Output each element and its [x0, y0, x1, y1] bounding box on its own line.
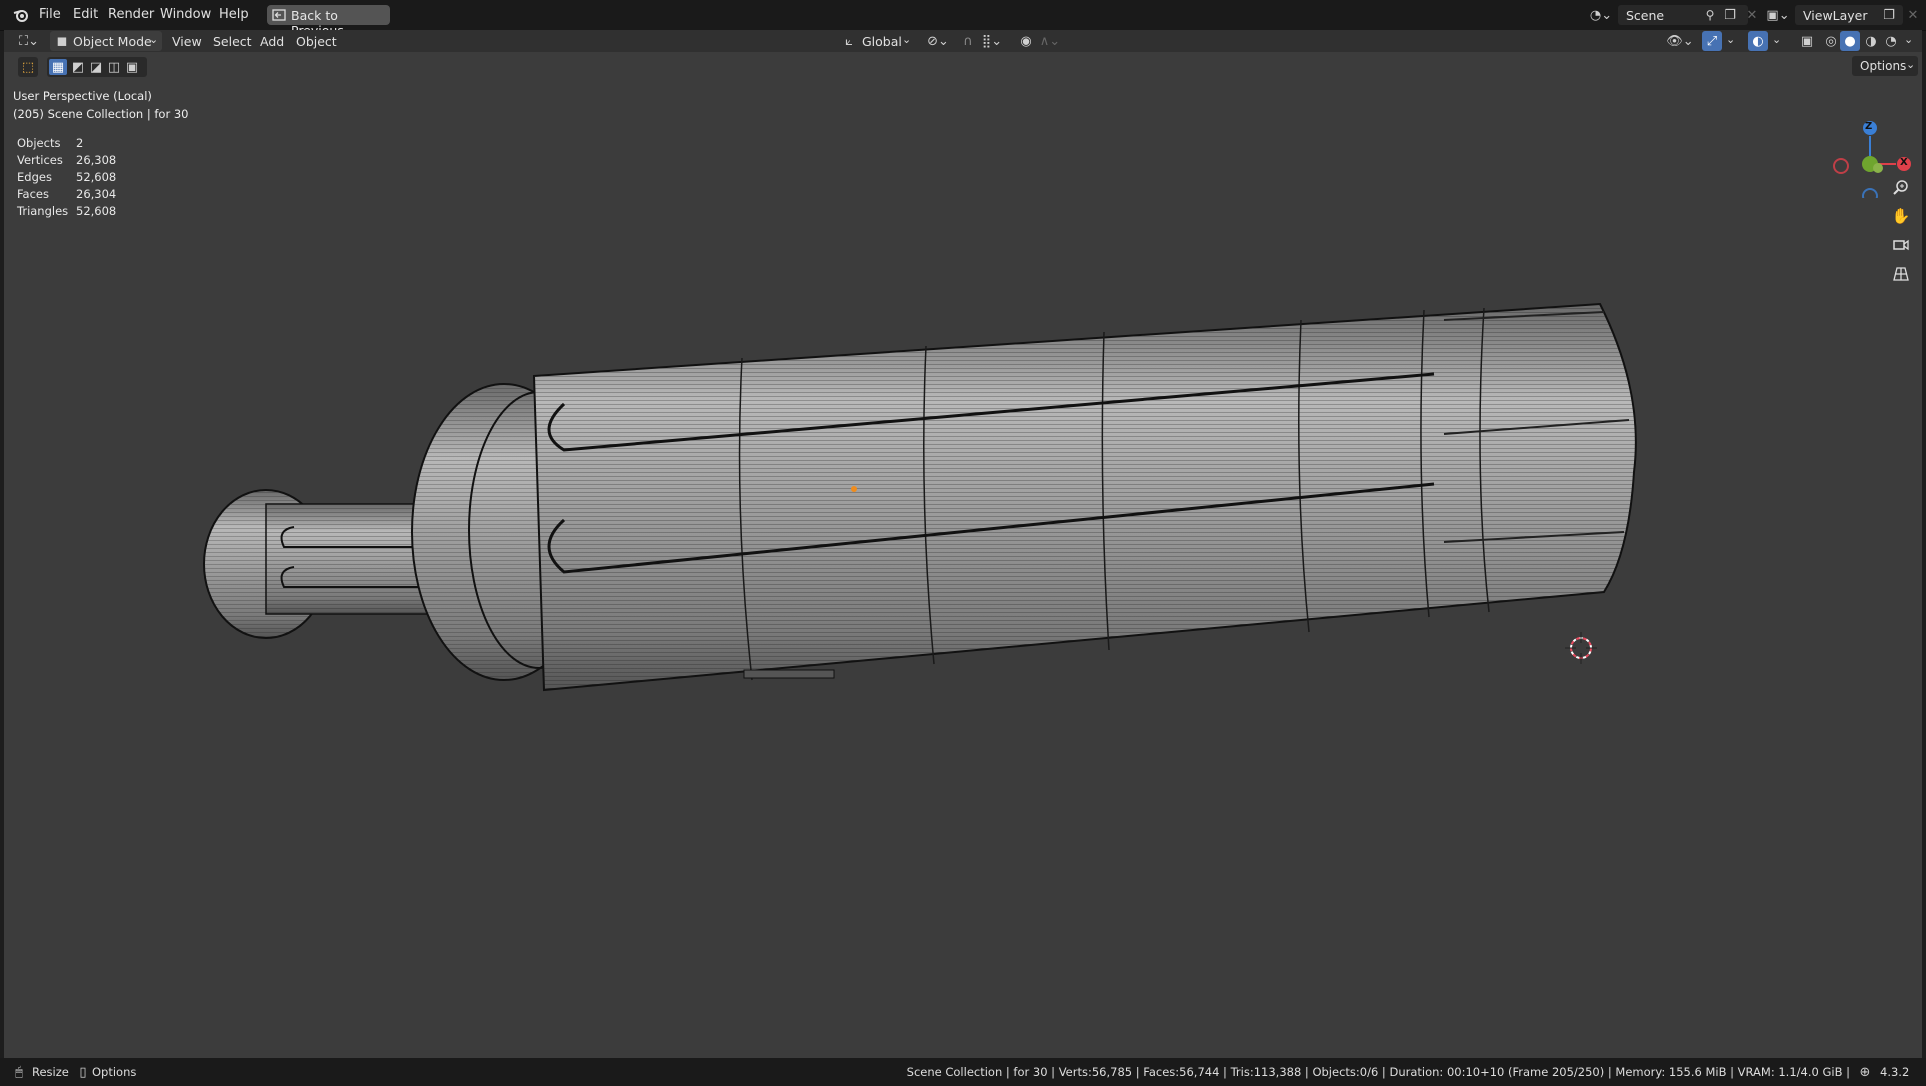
scene-field[interactable]: Scene ⚲ ❐	[1618, 5, 1748, 25]
shading-chevron-icon[interactable]: ⌄	[1904, 33, 1913, 46]
options-label: Options	[1860, 59, 1907, 73]
select-subtract-icon[interactable]: ◪	[87, 59, 105, 75]
menu-file[interactable]: File	[39, 7, 61, 22]
wireframe-model[interactable]	[4, 52, 1922, 1058]
3d-viewport[interactable]: User Perspective (Local) (205) Scene Col…	[4, 52, 1922, 1058]
select-intersect-icon[interactable]: ▣	[123, 59, 141, 75]
network-globe-icon[interactable]: ⊕	[1857, 1064, 1873, 1080]
stat-edges: Edges 52,608	[17, 170, 117, 184]
scene-type-icon[interactable]: ◔⌄	[1588, 6, 1614, 24]
menu-add[interactable]: Add	[260, 34, 284, 49]
menu-view[interactable]: View	[172, 34, 202, 49]
rear-cap	[203, 489, 437, 639]
menu-render[interactable]: Render	[108, 7, 154, 22]
orientation-axes-icon[interactable]: ⟀	[841, 33, 857, 49]
gizmo-x-label: X	[1900, 157, 1908, 168]
overlays-chevron-icon[interactable]: ⌄	[1772, 33, 1781, 46]
gizmo-chevron-icon[interactable]: ⌄	[1726, 33, 1735, 46]
view-layer-name: ViewLayer	[1803, 8, 1868, 23]
transform-orientation[interactable]: Global	[862, 34, 902, 49]
editor-type-icon[interactable]: ⛶⌄	[16, 33, 42, 49]
perspective-grid-icon[interactable]	[1889, 262, 1913, 286]
menu-edit[interactable]: Edit	[73, 7, 98, 22]
view-layer-field[interactable]: ViewLayer ❐	[1795, 5, 1903, 25]
main-tube	[532, 302, 1637, 692]
status-options: Options	[92, 1065, 137, 1079]
menu-select[interactable]: Select	[213, 34, 252, 49]
menu-help[interactable]: Help	[219, 7, 249, 22]
new-view-layer-icon[interactable]: ❐	[1881, 7, 1897, 23]
mouse-left-icon: 🖱	[15, 1064, 23, 1080]
stat-vertices: Vertices 26,308	[17, 153, 117, 167]
scene-name: Scene	[1626, 8, 1665, 23]
falloff-icon[interactable]: ∧⌄	[1038, 33, 1062, 49]
gizmo-toggle-icon[interactable]: ⤢	[1702, 31, 1722, 51]
mode-label: Object Mode	[73, 34, 152, 49]
viewport-perspective-label: User Perspective (Local)	[13, 89, 152, 103]
status-resize: Resize	[32, 1065, 69, 1079]
solid-shading-icon[interactable]: ●	[1840, 31, 1860, 51]
select-invert-icon[interactable]: ◫	[105, 59, 123, 75]
stat-triangles: Triangles 52,608	[17, 204, 117, 218]
back-icon	[272, 8, 286, 22]
selection-mode-group: ▦ ◩ ◪ ◫ ▣	[47, 57, 147, 77]
visibility-icon[interactable]: 👁⌄	[1666, 33, 1694, 49]
material-shading-icon[interactable]: ◑	[1862, 33, 1880, 49]
select-new-icon[interactable]: ▦	[49, 59, 67, 75]
camera-view-icon[interactable]	[1889, 233, 1913, 257]
proportional-edit-icon[interactable]: ◉	[1018, 33, 1034, 49]
menu-object[interactable]: Object	[296, 34, 337, 49]
scene-statistics: Scene Collection | for 30 | Verts:56,785…	[906, 1065, 1850, 1079]
wireframe-shading-icon[interactable]: ◎	[1822, 33, 1840, 49]
mouse-right-icon: ▯	[79, 1064, 87, 1080]
select-tool-icon[interactable]: ⬚	[18, 57, 38, 77]
snap-magnet-icon[interactable]: ∩	[960, 33, 976, 49]
pivot-point-icon[interactable]: ⊘⌄	[926, 33, 950, 49]
pin-icon[interactable]: ⚲	[1702, 7, 1718, 23]
gizmo-z-label: Z	[1865, 121, 1873, 132]
view-layer-icon[interactable]: ▣⌄	[1765, 6, 1791, 24]
stat-objects: Objects 2	[17, 136, 84, 150]
object-mode-icon: ◼	[56, 33, 68, 49]
options-dropdown[interactable]: Options ⌄	[1852, 56, 1918, 76]
object-origin	[851, 486, 857, 492]
chevron-down-icon: ⌄	[149, 33, 159, 46]
select-extend-icon[interactable]: ◩	[69, 59, 87, 75]
stat-faces: Faces 26,304	[17, 187, 117, 201]
status-bar: 🖱 Resize ▯ Options Scene Collection | fo…	[0, 1058, 1926, 1086]
tool-settings-row: ⬚ ▦ ◩ ◪ ◫ ▣ Options ⌄	[4, 52, 1922, 82]
options-chevron-icon: ⌄	[1906, 58, 1916, 71]
blender-version: 4.3.2	[1880, 1065, 1910, 1079]
back-to-previous-button[interactable]: Back to Previous	[267, 5, 390, 38]
delete-scene-icon[interactable]: ✕	[1745, 6, 1759, 24]
orientation-chevron-icon[interactable]: ⌄	[902, 33, 911, 46]
viewport-collection-label: (205) Scene Collection | for 30	[13, 107, 189, 121]
snap-increment-icon[interactable]: ⣿⌄	[980, 33, 1004, 49]
xray-icon[interactable]: ▣	[1798, 33, 1816, 49]
top-menu-bar: File Edit Render Window Help Back to Pre…	[0, 0, 1926, 38]
statistics-overlay: Objects 2 Vertices 26,308 Edges 52,608 Face…	[4, 136, 204, 226]
viewport-header: ⛶⌄ ◼ Object Mode ⌄ View Select Add Objec…	[4, 30, 1922, 52]
menu-window[interactable]: Window	[160, 7, 211, 22]
mode-dropdown[interactable]: ◼ Object Mode ⌄	[50, 31, 162, 51]
pan-hand-icon[interactable]: ✋	[1889, 204, 1913, 228]
blender-logo-icon[interactable]	[12, 7, 30, 23]
3d-cursor	[1565, 632, 1597, 664]
new-scene-icon[interactable]: ❐	[1722, 7, 1738, 23]
overlays-toggle-icon[interactable]: ◐	[1748, 31, 1768, 51]
rendered-shading-icon[interactable]: ◔	[1882, 33, 1900, 49]
zoom-icon[interactable]	[1889, 175, 1913, 199]
delete-view-layer-icon[interactable]: ✕	[1906, 6, 1920, 24]
